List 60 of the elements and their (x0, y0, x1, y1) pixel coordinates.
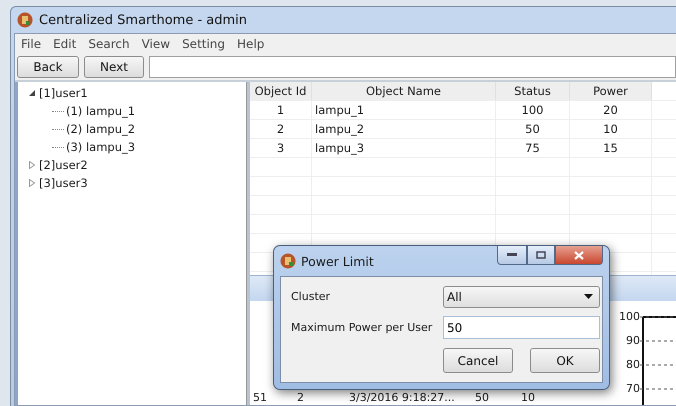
table-cell: 10 (570, 120, 652, 138)
table-cell: 75 (496, 139, 570, 157)
table-cell: 1 (250, 101, 312, 119)
input-field[interactable] (149, 56, 676, 78)
app-icon (17, 12, 33, 28)
nav-button[interactable]: Next (84, 56, 144, 78)
app-icon (280, 253, 296, 269)
table-cell: lampu_1 (312, 101, 496, 119)
dialog-button[interactable]: Cancel (443, 348, 513, 374)
tree-node[interactable]: [2]user2 (39, 158, 88, 172)
axis-tick-label: 90 (626, 333, 640, 349)
menu-item[interactable]: Search (88, 37, 130, 51)
dropdown-caret-icon (584, 294, 593, 300)
table-cell: 15 (570, 139, 652, 157)
tree-leaf[interactable]: (3) lampu_3 (66, 140, 136, 154)
field-label: Maximum Power per User (291, 321, 434, 334)
axis-tick-label: 80 (626, 357, 640, 373)
table-cell-text: 2 (296, 391, 305, 405)
maximize-icon (536, 251, 546, 259)
field-label: Cluster (291, 290, 332, 304)
table-cell-text: 50 (474, 391, 490, 405)
column-header[interactable]: Status (496, 82, 570, 100)
column-header[interactable]: Object Name (312, 82, 496, 100)
close-button[interactable] (555, 246, 603, 265)
dialog-title: Power Limit (301, 254, 375, 268)
window-title: Centralized Smarthome - admin (39, 12, 248, 28)
table-cell: 20 (570, 101, 652, 119)
expand-icon[interactable] (28, 161, 36, 169)
menu-item[interactable]: Help (237, 37, 264, 51)
expand-icon[interactable] (28, 179, 36, 187)
minimize-icon (507, 253, 517, 257)
menu-item[interactable]: View (142, 37, 170, 51)
axis-tick-label: 100 (619, 309, 640, 325)
close-icon (574, 250, 584, 260)
tree-node[interactable]: [3]user3 (39, 176, 88, 190)
dialog-button[interactable]: OK (530, 348, 600, 374)
table-cell: 2 (250, 120, 312, 138)
table-cell-text: 51 (252, 391, 268, 405)
column-header[interactable]: Power (570, 82, 652, 100)
tree-leaf[interactable]: (1) lampu_1 (66, 104, 136, 118)
tree-leaf[interactable]: (2) lampu_2 (66, 122, 136, 136)
menu-item[interactable]: Edit (53, 37, 76, 51)
tree-node[interactable]: [1]user1 (39, 86, 88, 100)
cluster-dropdown[interactable]: All (443, 286, 600, 308)
table-cell: 50 (496, 120, 570, 138)
axis-tick-label: 70 (626, 381, 640, 397)
table-cell-text: 3/3/2016 9:18:27... (348, 391, 456, 405)
nav-button[interactable]: Back (17, 56, 79, 78)
input-field[interactable]: 50 (443, 316, 600, 340)
table-cell: 100 (496, 101, 570, 119)
menu-item[interactable]: Setting (182, 37, 226, 51)
table-cell: lampu_3 (312, 139, 496, 157)
maximize-button[interactable] (527, 246, 555, 265)
collapse-icon[interactable] (28, 89, 36, 97)
table-cell-text: 10 (520, 391, 536, 405)
menu-item[interactable]: File (21, 37, 42, 51)
column-header[interactable]: Object Id (250, 82, 312, 100)
minimize-button[interactable] (497, 246, 527, 265)
table-cell: lampu_2 (312, 120, 496, 138)
table-cell: 3 (250, 139, 312, 157)
